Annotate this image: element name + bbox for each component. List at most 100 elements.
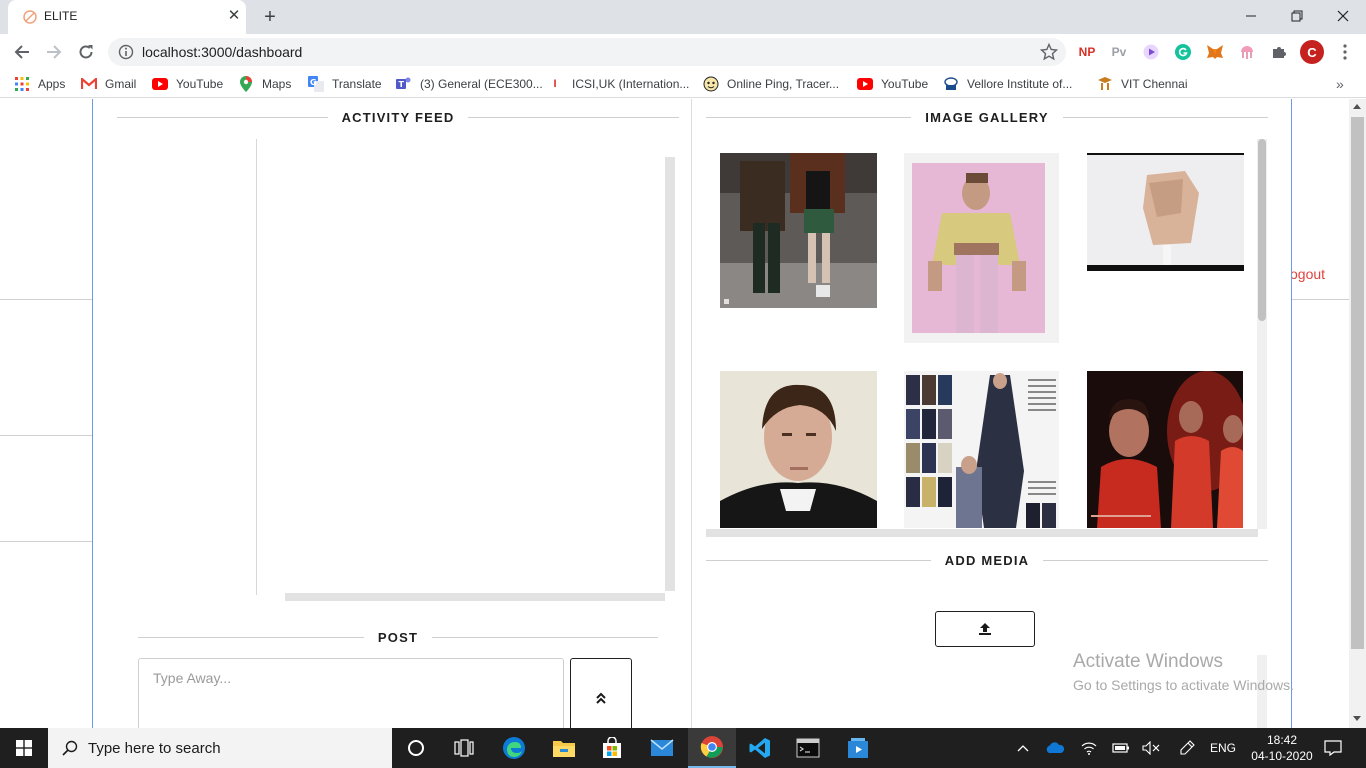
edge-icon [503, 737, 525, 759]
notification-center-icon[interactable] [1320, 728, 1346, 768]
taskbar-vscode[interactable] [736, 728, 784, 768]
taskbar-clock[interactable]: 18:42 04-10-2020 [1244, 732, 1320, 764]
jellyfish-extension-icon[interactable] [1238, 43, 1256, 61]
gallery-scroll-thumb[interactable] [1258, 139, 1266, 321]
search-icon [62, 740, 78, 756]
page-scrollbar[interactable] [1349, 99, 1366, 728]
tray-overflow-chevron-up-icon[interactable] [1012, 728, 1034, 768]
gallery-image-4[interactable] [720, 371, 877, 528]
bookmark-youtube[interactable]: YouTube [152, 75, 223, 93]
post-submit-button[interactable] [570, 658, 632, 728]
post-heading: POST [138, 627, 659, 647]
bookmark-vit-chennai[interactable]: VIT Chennai [1097, 75, 1188, 93]
bookmarks-bar: Apps Gmail YouTube Maps G Translate T (3… [0, 70, 1366, 98]
activity-feed-hscrollbar[interactable] [285, 593, 665, 601]
browser-tab-active[interactable]: ELITE ✕ [8, 0, 246, 34]
activity-feed-scrollbar[interactable] [665, 157, 675, 591]
extensions-puzzle-icon[interactable] [1270, 43, 1288, 61]
cortana-button[interactable] [392, 728, 440, 768]
add-media-heading: ADD MEDIA [706, 550, 1268, 570]
taskbar-edge[interactable] [490, 728, 538, 768]
extension-np[interactable]: NP [1078, 43, 1096, 61]
restore-button[interactable] [1274, 0, 1320, 32]
address-bar[interactable]: localhost:3000/dashboard [108, 38, 1066, 66]
metamask-fox-icon[interactable] [1206, 43, 1224, 61]
reload-icon [79, 45, 93, 59]
translate-icon: G [308, 76, 324, 92]
taskbar-terminal[interactable] [784, 728, 832, 768]
bookmark-translate[interactable]: G Translate [308, 75, 382, 93]
wifi-icon[interactable] [1076, 728, 1102, 768]
apps-grid-icon [14, 76, 30, 92]
video-player-icon [848, 738, 868, 758]
forward-button[interactable] [40, 38, 68, 66]
gallery-image-3[interactable] [1087, 153, 1244, 271]
back-button[interactable] [8, 38, 36, 66]
maps-pin-icon [238, 76, 254, 92]
site-info-icon[interactable] [118, 44, 134, 60]
icsi-icon: I [553, 78, 557, 90]
bookmark-maps[interactable]: Maps [238, 75, 291, 93]
gallery-hscrollbar[interactable] [706, 529, 1258, 537]
nav-divider [1292, 299, 1349, 300]
page-scroll-thumb[interactable] [1351, 117, 1364, 649]
windows-logo-icon [16, 740, 32, 756]
vscode-icon [749, 738, 770, 758]
scroll-down-arrow-icon[interactable] [1353, 716, 1361, 721]
language-indicator[interactable]: ENG [1206, 728, 1240, 768]
taskbar-search-box[interactable]: Type here to search [48, 728, 392, 768]
dashboard-card: ACTIVITY FEED IMAGE GALLERY ADD MEDIA PO… [92, 99, 1292, 728]
new-tab-button[interactable]: + [258, 6, 282, 30]
taskbar-mail[interactable] [638, 728, 686, 768]
gallery-image-1[interactable] [720, 153, 877, 308]
activate-windows-watermark: Activate Windows Go to Settings to activ… [1073, 651, 1294, 693]
url-text[interactable]: localhost:3000/dashboard [142, 44, 302, 60]
vit-icon [943, 76, 959, 92]
battery-icon[interactable] [1108, 728, 1134, 768]
volume-muted-icon[interactable] [1138, 728, 1164, 768]
close-window-button[interactable] [1320, 0, 1366, 32]
chrome-icon [700, 736, 723, 758]
bookmark-online-ping[interactable]: Online Ping, Tracer... [703, 75, 839, 93]
ping-icon [703, 76, 719, 92]
gallery-image-5[interactable] [904, 371, 1059, 528]
task-view-button[interactable] [440, 728, 488, 768]
extension-pv[interactable]: Pv [1110, 43, 1128, 61]
pen-ink-icon[interactable] [1174, 728, 1200, 768]
gallery-image-6[interactable] [1087, 371, 1243, 528]
taskbar-chrome[interactable] [688, 728, 736, 768]
browser-menu-icon[interactable] [1336, 43, 1354, 61]
extension-play-icon[interactable] [1142, 43, 1160, 61]
tab-title: ELITE [44, 9, 78, 23]
activity-feed-heading: ACTIVITY FEED [117, 107, 679, 127]
grammarly-icon[interactable] [1174, 43, 1192, 61]
bookmark-gmail[interactable]: Gmail [81, 75, 136, 93]
nav-divider [0, 299, 92, 300]
bookmark-teams-general[interactable]: T (3) General (ECE300... [396, 75, 543, 93]
tab-close-icon[interactable]: ✕ [224, 6, 244, 26]
start-button[interactable] [0, 728, 48, 768]
vit-chennai-icon [1097, 76, 1113, 92]
bookmark-icsi[interactable]: I ICSI,UK (Internation... [550, 75, 689, 93]
taskbar-file-explorer[interactable] [540, 728, 588, 768]
profile-avatar[interactable]: C [1300, 40, 1324, 64]
bookmark-apps[interactable]: Apps [14, 75, 65, 93]
cortana-circle-icon [408, 740, 424, 756]
onedrive-cloud-icon[interactable] [1042, 728, 1068, 768]
bookmark-star-icon[interactable] [1040, 43, 1058, 61]
bookmarks-overflow-icon[interactable]: » [1336, 75, 1344, 93]
mail-envelope-icon [650, 739, 674, 756]
upload-media-button[interactable] [935, 611, 1035, 647]
post-textarea[interactable] [138, 658, 564, 728]
gallery-image-2[interactable] [904, 153, 1059, 343]
bookmark-youtube-2[interactable]: YouTube [857, 75, 928, 93]
column-divider [691, 99, 692, 728]
logout-link[interactable]: ogout [1290, 266, 1325, 282]
reload-button[interactable] [72, 38, 100, 66]
svg-text:G: G [310, 78, 317, 87]
bookmark-vellore[interactable]: Vellore Institute of... [943, 75, 1072, 93]
taskbar-video-player[interactable] [834, 728, 882, 768]
minimize-button[interactable] [1228, 0, 1274, 32]
scroll-up-arrow-icon[interactable] [1353, 104, 1361, 109]
taskbar-store[interactable] [588, 728, 636, 768]
